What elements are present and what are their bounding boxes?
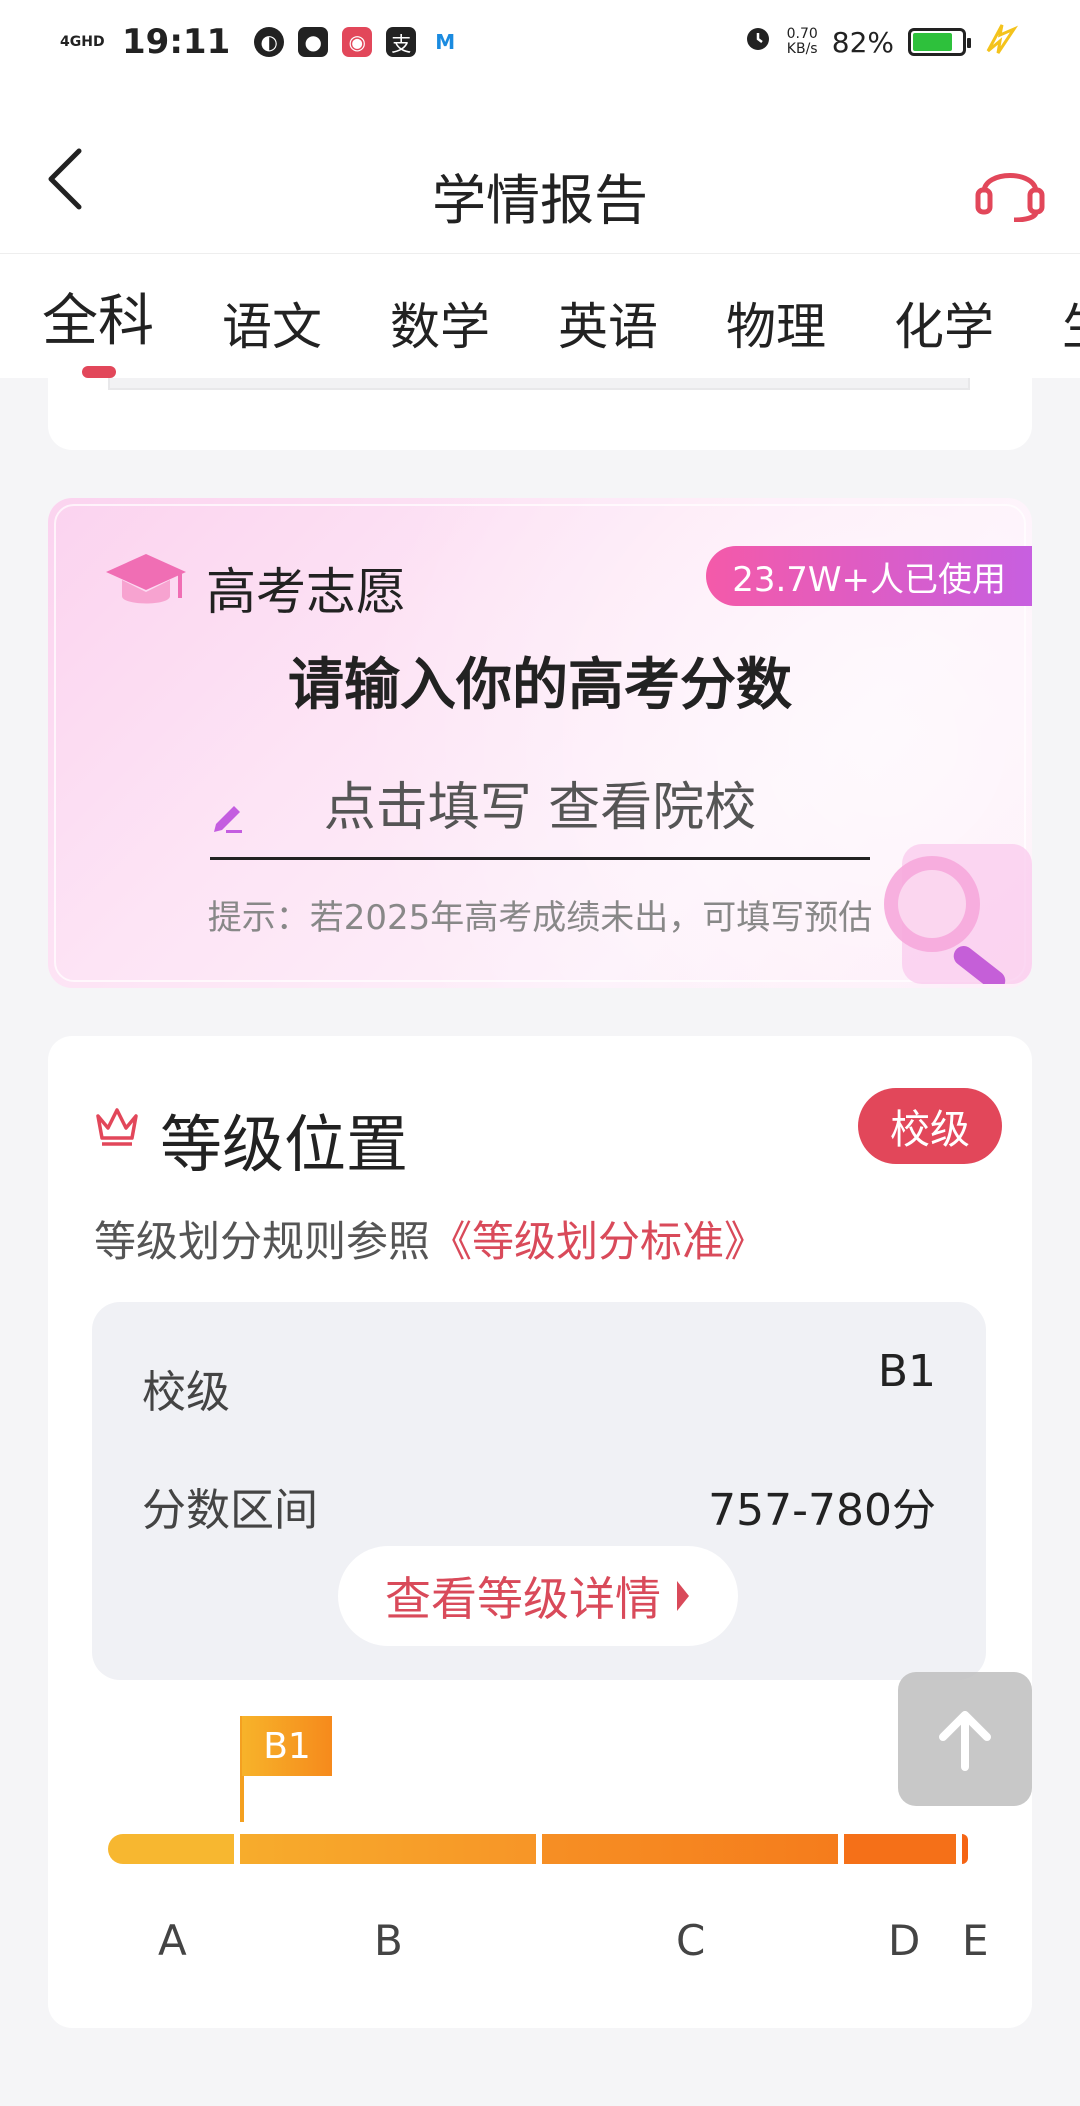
charging-icon <box>980 21 1020 63</box>
app-m-icon: M <box>430 27 461 57</box>
rule-prefix: 等级划分规则参照 <box>94 1217 431 1266</box>
gaokao-application-card[interactable]: 高考志愿 23.7W+人已使用 请输入你的高考分数 点击填写 查看院校 提示：若… <box>48 498 1032 988</box>
table-bottom-edge <box>108 378 970 390</box>
score-input-placeholder: 点击填写 查看院校 <box>323 778 757 838</box>
grading-rule-text: 等级划分规则参照《等级划分标准》 <box>94 1208 766 1269</box>
score-range-value: 757-780分 <box>708 1485 936 1536</box>
view-grade-details-button[interactable]: 查看等级详情 <box>338 1546 738 1646</box>
position-flag: B1 <box>242 1716 332 1776</box>
page-title: 学情报告 <box>432 169 648 232</box>
tab-all-subjects[interactable]: 全科 <box>42 254 154 378</box>
score-input[interactable]: 点击填写 查看院校 <box>210 748 870 860</box>
level-scope-button[interactable]: 校级 <box>858 1088 1002 1164</box>
grade-position-card: 等级位置 校级 等级划分规则参照《等级划分标准》 校级 B1 分数区间 757-… <box>48 1036 1032 2028</box>
magnifier-icon <box>862 814 1032 988</box>
level-label: 校级 <box>142 1367 230 1418</box>
status-bar: 4GHD 19:11 ◐ ● ◉ 支 M 0.70 KB/s 82% <box>0 0 1080 84</box>
tab-biology[interactable]: 生 <box>1062 254 1080 378</box>
scale-segment-c <box>542 1834 838 1864</box>
previous-card-bottom <box>48 378 1032 450</box>
battery-icon <box>908 28 971 56</box>
usage-count-badge: 23.7W+人已使用 <box>706 546 1032 606</box>
tab-physics[interactable]: 物理 <box>726 254 826 378</box>
pencil-icon <box>210 798 246 838</box>
gaokao-title: 高考志愿 <box>206 563 406 621</box>
triangle-right-icon <box>677 1581 689 1611</box>
tab-chinese[interactable]: 语文 <box>222 254 322 378</box>
headset-icon <box>975 173 1045 222</box>
network-indicator: 4GHD <box>60 34 105 50</box>
back-to-top-button[interactable] <box>898 1672 1032 1806</box>
alarm-icon <box>743 23 773 61</box>
scale-label-b: B <box>374 1916 403 1965</box>
subject-tabs: 全科 语文 数学 英语 物理 化学 生 <box>0 254 1080 378</box>
speed-unit: KB/s <box>786 41 818 57</box>
browser-icon: ◐ <box>254 27 285 57</box>
grading-standard-link[interactable]: 《等级划分标准》 <box>430 1217 766 1266</box>
scale-segment-b <box>240 1834 536 1864</box>
scale-segment-e <box>962 1834 968 1864</box>
crown-icon <box>94 1106 140 1150</box>
grade-info-box: 校级 B1 分数区间 757-780分 查看等级详情 <box>92 1302 986 1680</box>
score-prompt: 请输入你的高考分数 <box>288 653 792 718</box>
network-speed: 0.70 KB/s <box>787 27 818 57</box>
scale-label-a: A <box>158 1916 187 1965</box>
scale-segment-d <box>844 1834 956 1864</box>
arrow-up-icon <box>939 1711 991 1771</box>
scale-segment-a <box>108 1834 234 1864</box>
score-range-label: 分数区间 <box>142 1485 318 1536</box>
grade-scale-bar <box>108 1834 970 1864</box>
graduation-cap-icon <box>104 550 188 618</box>
status-time: 19:11 <box>122 22 231 62</box>
scale-label-e: E <box>962 1916 989 1965</box>
wechat-icon: ● <box>298 27 329 57</box>
grade-position-title: 等级位置 <box>160 1108 409 1181</box>
customer-service-button[interactable] <box>970 150 1050 230</box>
scale-label-d: D <box>888 1916 921 1965</box>
tab-english[interactable]: 英语 <box>558 254 658 378</box>
app-header: 学情报告 <box>0 84 1080 254</box>
scale-label-c: C <box>676 1916 706 1965</box>
speed-value: 0.70 <box>786 26 818 42</box>
level-value: B1 <box>877 1346 936 1397</box>
view-grade-details-label: 查看等级详情 <box>385 1572 661 1626</box>
tab-chemistry[interactable]: 化学 <box>894 254 994 378</box>
alipay-icon: 支 <box>386 27 417 57</box>
battery-percent: 82% <box>831 25 894 59</box>
app-notification-icon: ◉ <box>342 27 373 57</box>
tab-math[interactable]: 数学 <box>390 254 490 378</box>
